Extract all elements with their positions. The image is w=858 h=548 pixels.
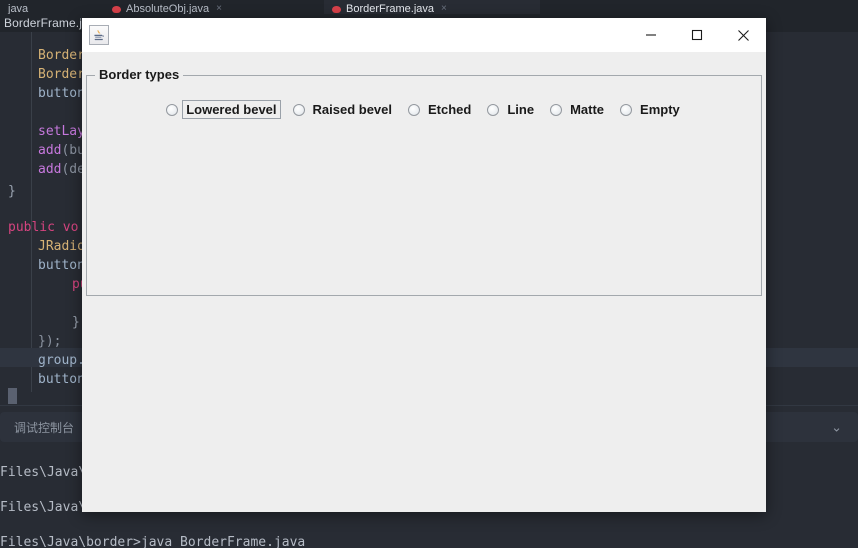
border-type-radio-group[interactable]: Lowered bevel Raised bevel Etched Line Matte… (87, 100, 763, 119)
close-button[interactable] (720, 18, 766, 52)
minimize-button[interactable] (628, 18, 674, 52)
radio-label: Lowered bevel (182, 100, 281, 119)
editor-tab-label: AbsoluteObj.java (126, 3, 210, 14)
console-line: Files\Java\ (0, 465, 87, 480)
editor-tab-1[interactable]: AbsoluteObj.java × (104, 0, 316, 14)
code-line: JRadio (38, 237, 85, 256)
code-token: button (38, 372, 85, 387)
editor-tab-2[interactable]: BorderFrame.java × (324, 0, 540, 14)
radio-circle-icon[interactable] (408, 103, 421, 116)
code-line: }); (38, 332, 61, 351)
radio-empty[interactable]: Empty (620, 100, 684, 119)
radio-circle-icon[interactable] (487, 103, 500, 116)
radio-label: Empty (640, 102, 680, 117)
code-token: } (72, 315, 80, 330)
code-line: } (72, 313, 80, 332)
code-token: } (8, 184, 16, 199)
radio-circle-icon[interactable] (292, 103, 305, 116)
code-token: public vo (8, 220, 79, 235)
editor-tab-label: BorderFrame.java (346, 3, 435, 14)
code-line: setLay (38, 122, 85, 141)
java-coffee-cup-icon (89, 25, 109, 45)
radio-matte[interactable]: Matte (550, 100, 608, 119)
code-line: public vo (8, 218, 78, 237)
code-token: JRadio (38, 239, 85, 254)
border-types-group-panel: Border types Lowered bevel Raised bevel Et… (86, 67, 763, 296)
radio-label: Etched (428, 102, 472, 117)
code-line: group. (38, 351, 85, 370)
console-line: Files\Java\ (0, 500, 87, 515)
maximize-button[interactable] (674, 18, 720, 52)
dialog-content: Border types Lowered bevel Raised bevel Et… (82, 52, 766, 512)
code-line: add(bu (38, 141, 85, 160)
code-token: }); (38, 334, 62, 349)
code-line: } (8, 182, 16, 201)
editor-tab-bar: java AbsoluteObj.java × BorderFrame.java… (0, 0, 858, 14)
radio-label: Matte (570, 102, 605, 117)
radio-circle-icon[interactable] (620, 103, 633, 116)
console-line: Files\Java\border>java BorderFrame.java (0, 535, 306, 548)
code-line: button (38, 256, 85, 275)
code-token: button (38, 86, 85, 101)
radio-etched[interactable]: Etched (408, 100, 475, 119)
code-token: button (38, 258, 85, 273)
code-token: setLay (38, 124, 85, 139)
java-file-icon (332, 6, 341, 13)
code-token: add (38, 143, 62, 158)
code-token: group. (38, 353, 85, 368)
group-panel-title: Border types (95, 67, 184, 82)
editor-tab-label: java (8, 3, 29, 14)
screenshot-root: java AbsoluteObj.java × BorderFrame.java… (0, 0, 858, 548)
code-line: add(de (38, 160, 85, 179)
radio-circle-icon[interactable] (166, 103, 179, 116)
code-line: button (38, 84, 85, 103)
radio-circle-icon[interactable] (550, 103, 563, 116)
java-swing-dialog[interactable]: Border types Lowered bevel Raised bevel Et… (82, 18, 766, 512)
tab-close-icon[interactable]: × (216, 3, 222, 14)
code-line: button (38, 370, 85, 389)
radio-label: Raised bevel (312, 102, 393, 117)
code-token: add (38, 162, 62, 177)
tab-close-icon[interactable]: × (441, 3, 447, 14)
console-title: 调试控制台 (14, 420, 75, 435)
radio-lowered-bevel[interactable]: Lowered bevel (166, 100, 281, 119)
editor-tab-0[interactable]: java (0, 0, 100, 14)
radio-line[interactable]: Line (487, 100, 538, 119)
indent-guide (31, 32, 32, 392)
dialog-title-bar[interactable] (82, 18, 766, 52)
java-file-icon (112, 6, 121, 13)
radio-label: Line (507, 102, 535, 117)
chevron-down-icon[interactable]: ⌄ (831, 421, 842, 434)
radio-raised-bevel[interactable]: Raised bevel (292, 100, 397, 119)
text-caret (8, 388, 17, 404)
